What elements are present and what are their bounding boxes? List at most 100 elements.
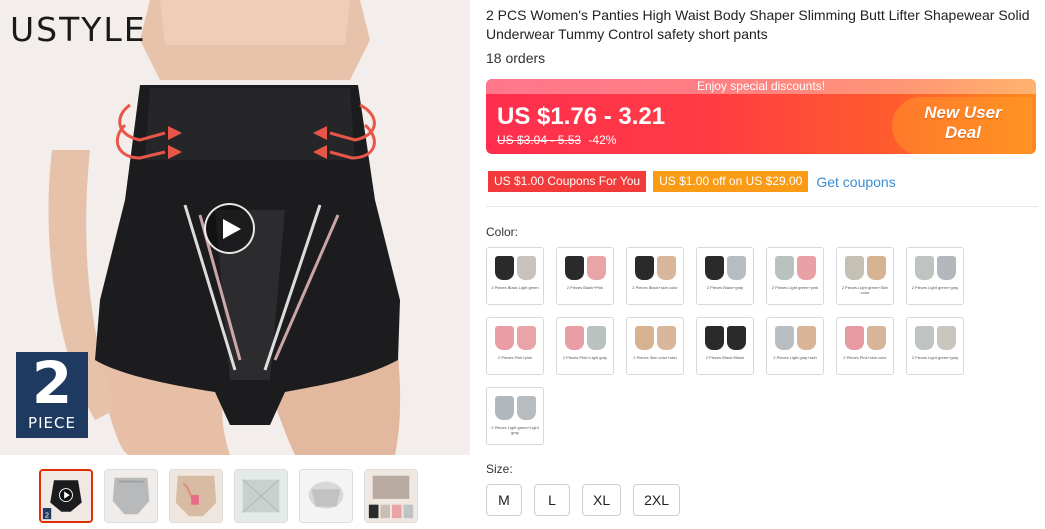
- thumbnail-image: [300, 470, 352, 522]
- play-video-button[interactable]: [204, 203, 255, 254]
- color-swatch[interactable]: 2 Pieces Black+Pink: [556, 247, 614, 305]
- current-price: US $1.76 - 3.21: [497, 103, 666, 130]
- get-coupons-link[interactable]: Get coupons: [816, 174, 895, 190]
- order-count: 18 orders: [486, 50, 546, 66]
- swatch-piece-2: [867, 326, 886, 350]
- color-swatch[interactable]: 2 Pieces Light green+Light gray: [486, 387, 544, 445]
- piece-count-label: PIECE: [28, 414, 76, 432]
- swatch-piece-2: [657, 256, 676, 280]
- color-swatch[interactable]: 2 Pieces Black+skin color: [626, 247, 684, 305]
- swatch-piece-1: [915, 326, 934, 350]
- thumbnail-strip: 2: [39, 469, 418, 523]
- coupon-for-you[interactable]: US $1.00 Coupons For You: [488, 171, 647, 192]
- swatch-piece-2: [657, 326, 676, 350]
- size-options: M L XL 2XL: [486, 484, 681, 516]
- size-label: Size:: [486, 462, 513, 476]
- swatch-piece-1: [775, 326, 794, 350]
- swatch-piece-2: [867, 256, 886, 280]
- swatch-caption: 2 Pieces Light green+gray: [911, 355, 959, 360]
- swatch-piece-2: [937, 326, 956, 350]
- swatch-piece-2: [727, 256, 746, 280]
- thumbnail-2[interactable]: [104, 469, 158, 523]
- color-swatch[interactable]: 2 Pieces Pink+pink: [486, 317, 544, 375]
- product-title: 2 PCS Women's Panties High Waist Body Sh…: [486, 7, 1030, 42]
- swatch-piece-2: [517, 326, 536, 350]
- swatch-piece-1: [705, 256, 724, 280]
- thumbnail-6[interactable]: [364, 469, 418, 523]
- swatch-piece-2: [517, 396, 536, 420]
- svg-text:2: 2: [45, 510, 50, 519]
- color-swatch[interactable]: 2 Pieces Light green+pink: [766, 247, 824, 305]
- color-swatch[interactable]: 2 Pieces Light green+gray: [906, 247, 964, 305]
- color-swatch[interactable]: 2 Pieces Black Light green: [486, 247, 544, 305]
- color-swatch[interactable]: 2 Pieces Light green+gray: [906, 317, 964, 375]
- color-swatch[interactable]: 2 Pieces Light green+Skin color: [836, 247, 894, 305]
- size-option-m[interactable]: M: [486, 484, 522, 516]
- swatch-caption: 2 Pieces Light green+gray: [911, 285, 959, 290]
- color-swatch[interactable]: 2 Pieces Pink+Light gray: [556, 317, 614, 375]
- coupon-row: US $1.00 Coupons For You US $1.00 off on…: [488, 171, 896, 192]
- swatch-piece-1: [915, 256, 934, 280]
- color-swatch[interactable]: 2 Pieces Skin color+skin: [626, 317, 684, 375]
- swatch-piece-1: [565, 256, 584, 280]
- play-icon: [222, 218, 241, 239]
- swatch-piece-2: [587, 256, 606, 280]
- color-label: Color:: [486, 225, 519, 239]
- swatch-caption: 2 Pieces Black Light green: [491, 285, 539, 290]
- swatch-caption: 2 Pieces Black+Pink: [566, 285, 604, 290]
- thumbnail-4[interactable]: [234, 469, 288, 523]
- swatch-caption: 2 Pieces Black+skin color: [632, 285, 678, 290]
- color-swatch[interactable]: 2 Pieces Pink+skin color: [836, 317, 894, 375]
- swatch-piece-2: [727, 326, 746, 350]
- new-user-deal-tag: New User Deal: [892, 97, 1032, 154]
- swatch-piece-1: [705, 326, 724, 350]
- swatch-piece-2: [797, 256, 816, 280]
- thumbnail-1[interactable]: 2: [39, 469, 93, 523]
- thumbnail-image: [235, 470, 287, 522]
- size-option-l[interactable]: L: [534, 484, 570, 516]
- swatch-caption: 2 Pieces Pink+pink: [498, 355, 532, 360]
- swatch-caption: 2 Pieces Black+Black: [705, 355, 745, 360]
- discount-percent: -42%: [588, 133, 617, 147]
- main-product-image[interactable]: USTYLE 2 PIECE: [0, 0, 470, 455]
- swatch-caption: 2 Pieces Pink+Light gray: [562, 355, 608, 360]
- color-swatch[interactable]: 2 Pieces Light gray+skin: [766, 317, 824, 375]
- size-option-2xl[interactable]: 2XL: [633, 484, 681, 516]
- swatch-piece-1: [495, 326, 514, 350]
- swatch-piece-1: [495, 256, 514, 280]
- thumbnail-5[interactable]: [299, 469, 353, 523]
- piece-count-badge: 2 PIECE: [16, 352, 88, 438]
- discount-banner-text: Enjoy special discounts!: [486, 79, 1036, 94]
- coupon-store-discount[interactable]: US $1.00 off on US $29.00: [653, 171, 809, 192]
- swatch-caption: 2 Pieces Light green+Light gray: [491, 425, 539, 435]
- swatch-piece-2: [937, 256, 956, 280]
- original-price-row: US $3.04 - 5.53 -42%: [497, 133, 616, 147]
- thumbnail-3[interactable]: [169, 469, 223, 523]
- swatch-caption: 2 Pieces Pink+skin color: [843, 355, 887, 360]
- piece-count-number: 2: [31, 349, 73, 417]
- color-swatch[interactable]: 2 Pieces Black+gray: [696, 247, 754, 305]
- thumbnail-image: [365, 470, 417, 522]
- swatch-piece-1: [775, 256, 794, 280]
- swatch-caption: 2 Pieces Light green+Skin color: [841, 285, 889, 295]
- deal-tag-line1: New User: [924, 103, 1002, 122]
- original-price: US $3.04 - 5.53: [497, 133, 582, 147]
- product-gallery: USTYLE 2 PIECE 2: [0, 0, 470, 529]
- swatch-piece-2: [517, 256, 536, 280]
- price-banner: Enjoy special discounts! US $1.76 - 3.21…: [486, 79, 1036, 154]
- swatch-caption: 2 Pieces Light green+pink: [771, 285, 819, 290]
- swatch-caption: 2 Pieces Skin color+skin: [633, 355, 677, 360]
- size-option-xl[interactable]: XL: [582, 484, 622, 516]
- brand-logo: USTYLE: [10, 10, 147, 49]
- section-divider: [486, 206, 1038, 207]
- swatch-piece-1: [845, 326, 864, 350]
- swatch-piece-1: [635, 326, 654, 350]
- swatch-piece-1: [565, 326, 584, 350]
- color-swatch[interactable]: 2 Pieces Black+Black: [696, 317, 754, 375]
- thumbnail-image: [105, 470, 157, 522]
- thumbnail-image: 2: [41, 471, 91, 521]
- swatch-piece-2: [587, 326, 606, 350]
- swatch-piece-1: [845, 256, 864, 280]
- swatch-piece-2: [797, 326, 816, 350]
- thumbnail-image: [170, 470, 222, 522]
